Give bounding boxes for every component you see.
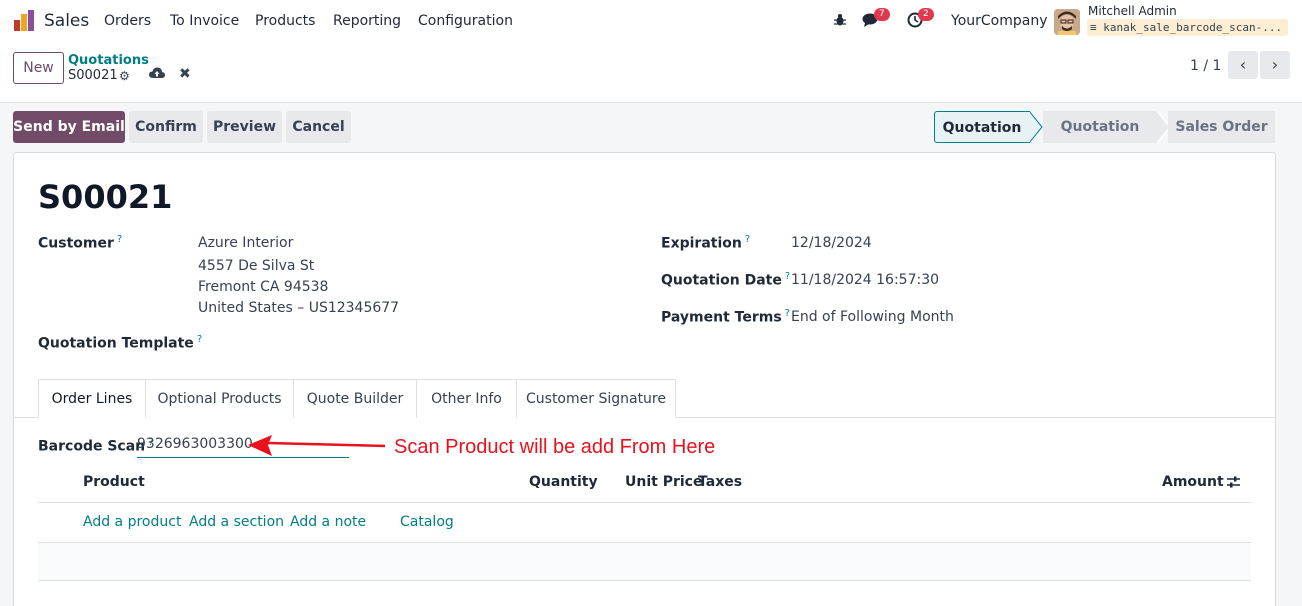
add-product-link[interactable]: Add a product: [83, 514, 181, 530]
confirm-button[interactable]: Confirm: [129, 111, 203, 143]
send-by-email-button[interactable]: Send by Email: [13, 111, 125, 143]
quotation-date-label: Quotation Date?: [661, 271, 790, 289]
chevron-right-icon: ›: [1271, 55, 1279, 74]
tab-order-lines[interactable]: Order Lines: [38, 379, 146, 418]
pager-next-button[interactable]: ›: [1260, 51, 1290, 79]
expiration-label: Expiration?: [661, 234, 750, 252]
customer-street: 4557 De Silva St: [198, 258, 315, 274]
menu-configuration[interactable]: Configuration: [418, 13, 513, 29]
chevron-left-icon: ‹: [1239, 55, 1247, 74]
annotation-arrow: [248, 435, 386, 456]
help-icon[interactable]: ?: [785, 308, 790, 319]
help-icon[interactable]: ?: [197, 334, 202, 345]
customer-name[interactable]: Azure Interior: [198, 235, 293, 251]
column-product[interactable]: Product: [83, 474, 145, 490]
record-title: S00021: [38, 178, 173, 216]
discard-icon[interactable]: ✖: [179, 66, 191, 82]
database-name: kanak_sale_barcode_scan-...: [1103, 21, 1283, 34]
user-name[interactable]: Mitchell Admin: [1088, 4, 1177, 18]
column-quantity[interactable]: Quantity: [529, 474, 598, 490]
annotation-text: Scan Product will be add From Here: [394, 436, 716, 458]
tab-quote-builder[interactable]: Quote Builder: [293, 379, 417, 418]
tab-customer-signature[interactable]: Customer Signature: [516, 379, 676, 418]
preview-button[interactable]: Preview: [207, 111, 282, 143]
sales-app-icon[interactable]: [12, 9, 36, 33]
customer-label-text: Customer: [38, 235, 114, 252]
menu-orders[interactable]: Orders: [104, 13, 151, 29]
payment-terms-label: Payment Terms?: [661, 308, 790, 326]
help-icon[interactable]: ?: [745, 234, 750, 245]
database-icon: ≡: [1090, 21, 1097, 34]
database-chip: ≡ kanak_sale_barcode_scan-...: [1087, 19, 1288, 36]
customer-city: Fremont CA 94538: [198, 279, 329, 295]
company-switcher[interactable]: YourCompany: [951, 13, 1048, 29]
stage-sales-order[interactable]: Sales Order: [1168, 111, 1275, 143]
customer-country: United States – US12345677: [198, 300, 400, 316]
column-unit-price[interactable]: Unit Price: [625, 474, 702, 490]
column-amount[interactable]: Amount: [1162, 474, 1224, 490]
table-row: [38, 543, 1251, 581]
stage-quotation[interactable]: Quotation: [934, 111, 1030, 143]
menu-reporting[interactable]: Reporting: [333, 13, 401, 29]
menu-to-invoice[interactable]: To Invoice: [170, 13, 239, 29]
expiration-field[interactable]: 12/18/2024: [791, 235, 872, 251]
quotation-template-label: Quotation Template?: [38, 334, 202, 352]
save-cloud-icon[interactable]: [149, 66, 165, 80]
new-button[interactable]: New: [13, 52, 64, 84]
expiration-label-text: Expiration: [661, 235, 742, 252]
barcode-scan-label-text: Barcode Scan: [38, 438, 146, 455]
top-navbar: Sales Orders To Invoice Products Reporti…: [0, 0, 1302, 42]
app-name[interactable]: Sales: [44, 11, 89, 31]
avatar-image: [1054, 9, 1080, 35]
add-section-link[interactable]: Add a section: [189, 514, 284, 530]
cancel-button[interactable]: Cancel: [286, 111, 351, 143]
breadcrumb-current: S00021: [68, 68, 118, 83]
help-icon[interactable]: ?: [117, 234, 122, 245]
activity-badge: 2: [918, 8, 934, 21]
catalog-link[interactable]: Catalog: [400, 514, 454, 530]
user-avatar[interactable]: [1054, 9, 1080, 35]
menu-products[interactable]: Products: [255, 13, 315, 29]
optional-columns-icon[interactable]: [1226, 475, 1241, 489]
tab-optional-products[interactable]: Optional Products: [145, 379, 294, 418]
payment-terms-field[interactable]: End of Following Month: [791, 309, 954, 325]
chat-badge: 7: [874, 8, 890, 21]
column-taxes[interactable]: Taxes: [698, 474, 742, 490]
gear-icon[interactable]: ⚙: [119, 69, 130, 83]
pager-value[interactable]: 1 / 1: [1190, 58, 1221, 74]
bug-icon[interactable]: [833, 13, 847, 27]
stage-quotation-sent[interactable]: Quotation Sent: [1043, 111, 1157, 167]
tab-other-info[interactable]: Other Info: [416, 379, 517, 418]
quotation-template-label-text: Quotation Template: [38, 335, 194, 352]
payment-terms-label-text: Payment Terms: [661, 309, 782, 326]
quotation-date-label-text: Quotation Date: [661, 272, 782, 289]
quotation-date-field[interactable]: 11/18/2024 16:57:30: [791, 272, 939, 288]
table-header-divider: [38, 502, 1251, 503]
help-icon[interactable]: ?: [785, 271, 790, 282]
stage-arrow-active: [1029, 111, 1043, 143]
pager-previous-button[interactable]: ‹: [1228, 51, 1258, 79]
breadcrumb-quotations[interactable]: Quotations: [68, 53, 149, 68]
customer-label: Customer?: [38, 234, 122, 252]
add-note-link[interactable]: Add a note: [290, 514, 366, 530]
